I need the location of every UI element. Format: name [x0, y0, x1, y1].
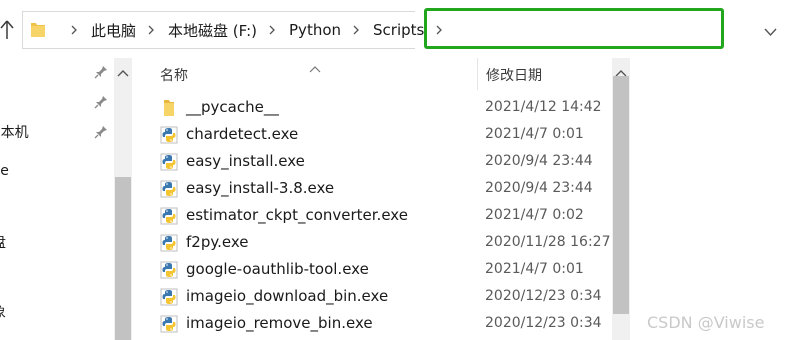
file-date-modified: 2021/4/12 14:42 — [485, 99, 602, 115]
file-name: estimator_ckpt_converter.exe — [186, 206, 408, 224]
nav-scrollbar-thumb[interactable] — [115, 177, 131, 340]
file-row[interactable]: chardetect.exe 2021/4/7 0:01 — [136, 122, 612, 149]
file-row[interactable]: google-oauthlib-tool.exe 2021/4/7 0:01 — [136, 257, 612, 284]
chevron-down-icon[interactable] — [764, 22, 777, 37]
file-date-modified: 2020/9/4 23:44 — [485, 180, 593, 196]
pin-icon[interactable] — [94, 124, 108, 139]
file-date-modified: 2020/12/23 0:34 — [485, 288, 602, 304]
column-date-header[interactable]: 修改日期 — [486, 65, 542, 85]
file-name: __pycache__ — [186, 98, 279, 116]
file-list-scrollbar-thumb[interactable] — [613, 76, 629, 314]
nav-item-objects[interactable]: 象 — [0, 302, 6, 322]
breadcrumb: 此电脑 本地磁盘 (F:) Python Scripts — [59, 12, 456, 48]
file-name: google-oauthlib-tool.exe — [186, 260, 369, 278]
address-bar: 此电脑 本地磁盘 (F:) Python Scripts — [0, 0, 788, 58]
column-header: 名称 修改日期 — [136, 58, 632, 90]
up-arrow-icon[interactable] — [0, 17, 14, 43]
file-row[interactable]: __pycache__ 2021/4/12 14:42 — [136, 95, 612, 122]
breadcrumb-this-pc[interactable]: 此电脑 — [91, 20, 136, 41]
python-exe-icon — [160, 234, 178, 252]
python-exe-icon — [160, 180, 178, 198]
file-name: chardetect.exe — [186, 125, 299, 143]
python-exe-icon — [160, 126, 178, 144]
file-name: f2py.exe — [186, 233, 249, 251]
python-exe-icon — [160, 261, 178, 279]
watermark: CSDN @Viwise — [647, 313, 765, 332]
folder-icon — [160, 99, 178, 117]
sort-ascending-icon — [309, 58, 321, 73]
file-date-modified: 2021/4/7 0:02 — [485, 207, 584, 223]
pin-icon[interactable] — [94, 64, 108, 79]
file-name: imageio_remove_bin.exe — [186, 314, 373, 332]
file-row[interactable]: imageio_download_bin.exe 2020/12/23 0:34 — [136, 284, 612, 311]
chevron-right-icon[interactable] — [351, 25, 361, 35]
file-row[interactable]: easy_install-3.8.exe 2020/9/4 23:44 — [136, 176, 612, 203]
column-name-header[interactable]: 名称 — [160, 65, 188, 85]
file-date-modified: 2020/9/4 23:44 — [485, 153, 593, 169]
file-row[interactable]: estimator_ckpt_converter.exe 2021/4/7 0:0… — [136, 203, 612, 230]
nav-item-drive[interactable]: ve — [0, 163, 9, 179]
pin-icon[interactable] — [94, 94, 108, 109]
file-name: imageio_download_bin.exe — [186, 287, 389, 305]
file-date-modified: 2020/12/23 0:34 — [485, 315, 602, 331]
file-row[interactable]: easy_install.exe 2020/9/4 23:44 — [136, 149, 612, 176]
file-date-modified: 2021/4/7 0:01 — [485, 126, 584, 142]
file-date-modified: 2020/11/28 16:27 — [485, 234, 611, 250]
scroll-up-icon[interactable] — [615, 62, 627, 77]
file-row[interactable]: f2py.exe 2020/11/28 16:27 — [136, 230, 612, 257]
nav-item-disk[interactable]: 盘 — [0, 232, 6, 252]
file-name: easy_install.exe — [186, 152, 305, 170]
breadcrumb-scripts[interactable]: Scripts — [373, 21, 424, 39]
file-row[interactable]: imageio_remove_bin.exe 2020/12/23 0:34 — [136, 311, 612, 338]
file-name: easy_install-3.8.exe — [186, 179, 335, 197]
python-exe-icon — [160, 207, 178, 225]
scroll-up-icon[interactable] — [117, 62, 129, 77]
python-exe-icon — [160, 288, 178, 306]
chevron-right-icon[interactable] — [267, 25, 277, 35]
breadcrumb-python[interactable]: Python — [289, 21, 341, 39]
file-list: __pycache__ 2021/4/12 14:42 chardetect.exe… — [136, 95, 612, 340]
column-divider[interactable] — [477, 58, 478, 90]
python-exe-icon — [160, 315, 178, 333]
folder-icon — [31, 21, 45, 37]
python-exe-icon — [160, 153, 178, 171]
search-input[interactable] — [424, 8, 724, 49]
chevron-right-icon[interactable] — [146, 25, 156, 35]
chevron-right-icon[interactable] — [69, 25, 79, 35]
address-field[interactable]: 此电脑 本地磁盘 (F:) Python Scripts — [22, 11, 443, 49]
file-date-modified: 2021/4/7 0:01 — [485, 261, 584, 277]
breadcrumb-local-disk[interactable]: 本地磁盘 (F:) — [168, 20, 257, 41]
nav-item-this-pc[interactable]: e本机 — [0, 122, 29, 142]
